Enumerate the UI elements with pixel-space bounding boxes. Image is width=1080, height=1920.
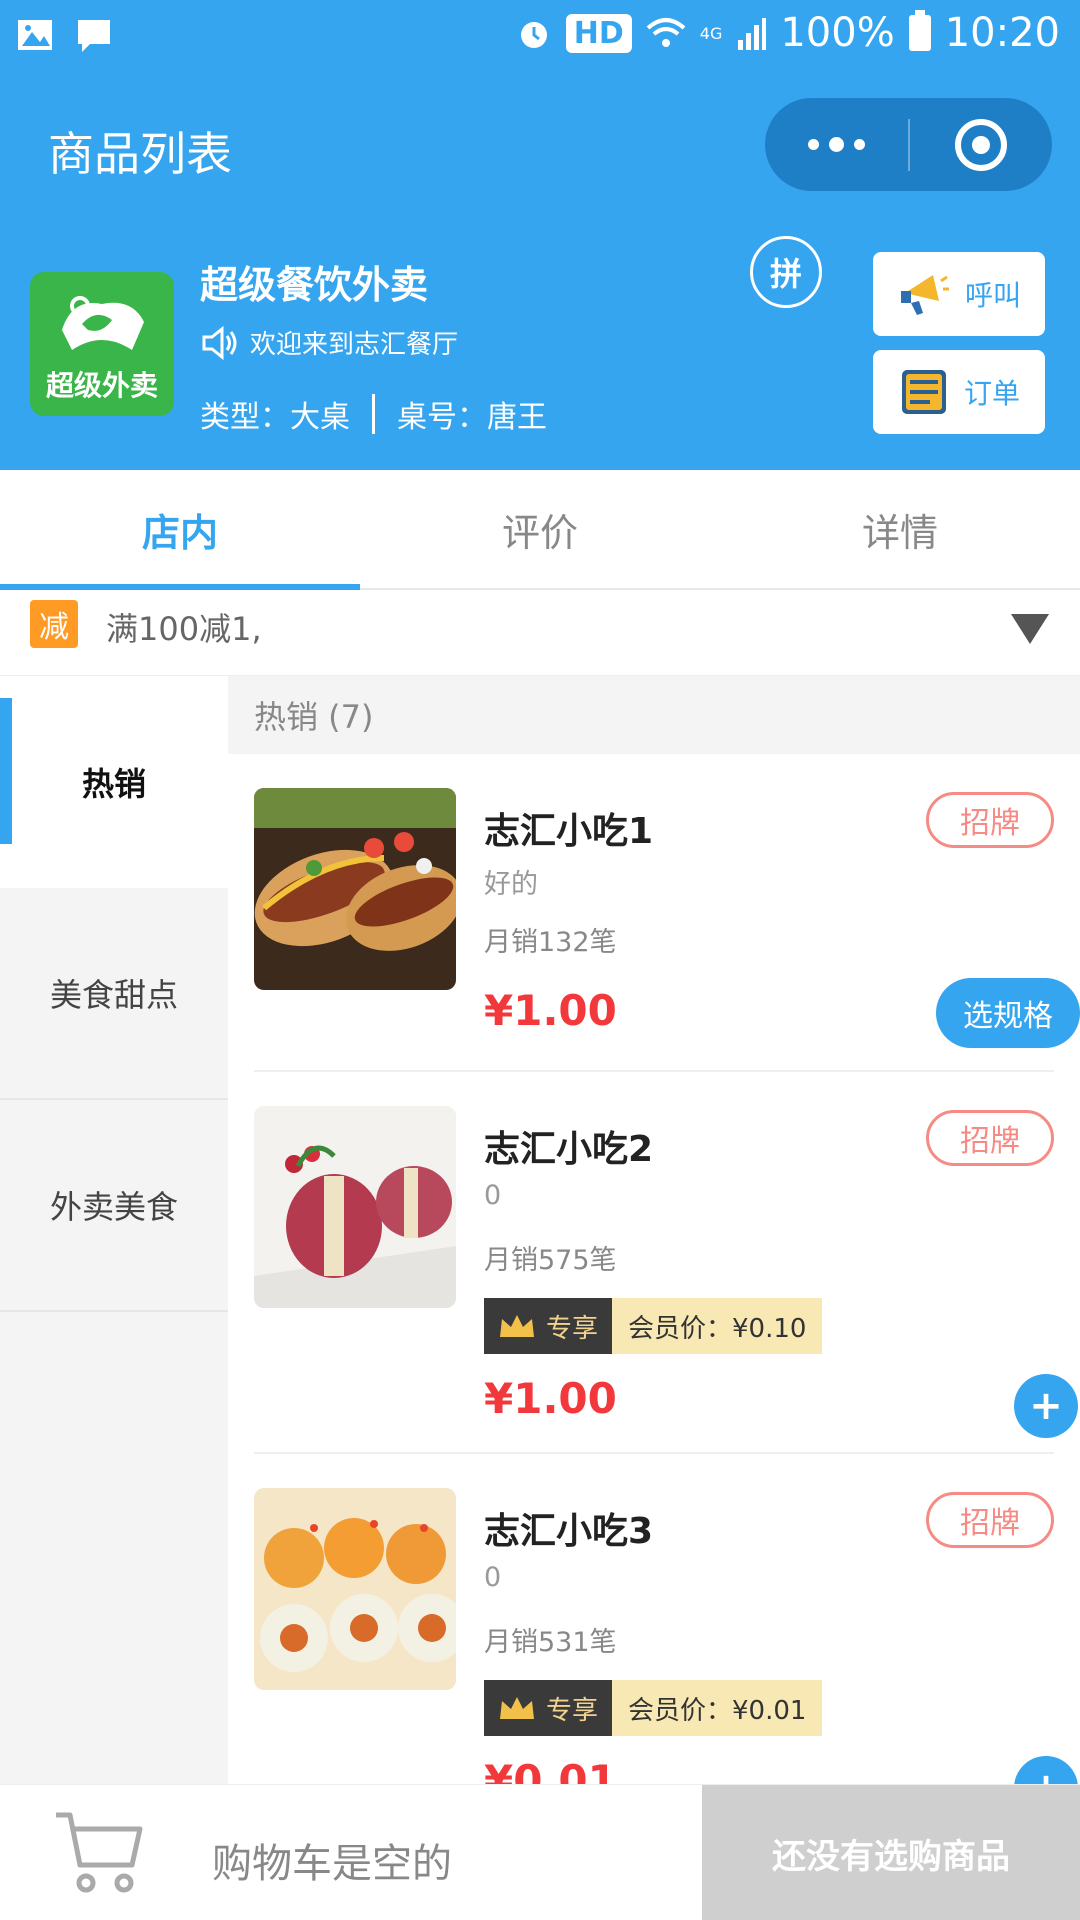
speaker-icon bbox=[202, 325, 237, 360]
vip-exclusive: 专享 bbox=[484, 1680, 612, 1736]
more-button[interactable] bbox=[765, 98, 908, 191]
member-price: 会员价：¥0.01 bbox=[612, 1680, 823, 1736]
vip-label: 专享 bbox=[545, 1313, 598, 1344]
table-type: 类型：大桌 bbox=[200, 400, 350, 435]
product-desc: 0 bbox=[484, 1180, 502, 1211]
signature-badge: 招牌 bbox=[926, 792, 1054, 848]
close-button[interactable] bbox=[910, 98, 1053, 191]
product-image-sushi[interactable] bbox=[254, 1488, 456, 1690]
more-dot-icon bbox=[807, 139, 819, 150]
tab-store[interactable]: 店内 bbox=[0, 470, 360, 590]
more-dot-icon bbox=[853, 139, 865, 150]
call-label: 呼叫 bbox=[964, 279, 1021, 312]
wifi-icon bbox=[646, 18, 686, 47]
page-title: 商品列表 bbox=[48, 127, 232, 181]
tab-details[interactable]: 详情 bbox=[720, 470, 1080, 588]
gallery-icon bbox=[18, 20, 52, 50]
promo-bar[interactable]: 减 满100减1, bbox=[0, 590, 1080, 676]
product-item[interactable]: 志汇小吃3 0 月销531笔 专享 会员价：¥0.01 ¥0.01 招牌 + bbox=[254, 1454, 1078, 1784]
crown-icon bbox=[499, 1697, 534, 1719]
section-header: 热销 (7) bbox=[228, 676, 1080, 754]
info-divider bbox=[372, 394, 375, 434]
product-desc: 0 bbox=[484, 1562, 502, 1593]
logo-emblem-icon bbox=[62, 296, 144, 350]
logo-text: 超级外卖 bbox=[45, 369, 158, 402]
welcome-text: 欢迎来到志汇餐厅 bbox=[250, 330, 459, 360]
member-price-tag: 专享 会员价：¥0.10 bbox=[484, 1298, 823, 1354]
member-price: 会员价：¥0.10 bbox=[612, 1298, 823, 1354]
cart-icon[interactable] bbox=[52, 1807, 146, 1897]
product-sales: 月销132笔 bbox=[484, 927, 617, 958]
product-name: 志汇小吃3 bbox=[484, 1511, 654, 1552]
expand-caret-icon[interactable] bbox=[1011, 614, 1049, 644]
order-button[interactable]: 订单 bbox=[873, 350, 1045, 434]
promo-text: 满100减1, bbox=[106, 610, 262, 648]
discount-tag: 减 bbox=[30, 600, 78, 648]
shop-name: 超级餐饮外卖 bbox=[200, 263, 429, 307]
signature-badge: 招牌 bbox=[926, 1110, 1054, 1166]
miniprogram-capsule bbox=[765, 98, 1052, 191]
more-dot-icon bbox=[828, 137, 844, 152]
product-name: 志汇小吃1 bbox=[484, 811, 654, 852]
target-icon bbox=[954, 118, 1007, 171]
signal-4g-label: 4G bbox=[699, 23, 723, 43]
table-number: 桌号：唐王 bbox=[397, 400, 547, 435]
product-item[interactable]: 志汇小吃1 好的 月销132笔 ¥1.00 招牌 选规格 bbox=[254, 754, 1080, 1072]
product-sales: 月销575笔 bbox=[484, 1245, 617, 1276]
product-image-hotdog[interactable] bbox=[254, 788, 456, 990]
clock: 10:20 bbox=[944, 10, 1060, 56]
product-image-dessert[interactable] bbox=[254, 1106, 456, 1308]
member-price-tag: 专享 会员价：¥0.01 bbox=[484, 1680, 823, 1736]
product-price: ¥0.01 bbox=[484, 1756, 617, 1784]
shop-header: 超级外卖 超级餐饮外卖 欢迎来到志汇餐厅 类型：大桌 桌号：唐王 拼 呼叫 订单 bbox=[0, 224, 1080, 470]
product-list: 热销 (7) 志汇小吃1 好的 月销132笔 ¥1.00 招牌 选规格 志汇小吃… bbox=[228, 676, 1080, 1784]
table-info: 类型：大桌 桌号：唐王 bbox=[200, 392, 547, 436]
category-takeout[interactable]: 外卖美食 bbox=[0, 1100, 228, 1312]
vip-label: 专享 bbox=[545, 1695, 598, 1726]
vip-exclusive: 专享 bbox=[484, 1298, 612, 1354]
product-price: ¥1.00 bbox=[484, 986, 617, 1035]
order-list-icon bbox=[901, 370, 946, 414]
tab-bar: 店内 评价 详情 bbox=[0, 470, 1080, 590]
checkout-button[interactable]: 还没有选购商品 bbox=[702, 1785, 1080, 1920]
nav-bar: 商品列表 bbox=[0, 74, 1080, 224]
status-bar: HD 4G 100% 10:20 bbox=[0, 0, 1080, 74]
hd-badge: HD bbox=[565, 13, 632, 53]
signal-icon bbox=[738, 18, 767, 50]
battery-percent: 100% bbox=[780, 10, 895, 56]
shop-logo: 超级外卖 bbox=[30, 272, 174, 416]
cart-empty-text: 购物车是空的 bbox=[212, 1841, 452, 1887]
order-label: 订单 bbox=[963, 377, 1020, 410]
product-price: ¥1.00 bbox=[484, 1374, 617, 1423]
category-sidebar: 热销 美食甜点 外卖美食 bbox=[0, 676, 228, 1784]
product-name: 志汇小吃2 bbox=[484, 1129, 654, 1170]
signature-badge: 招牌 bbox=[926, 1492, 1054, 1548]
product-desc: 好的 bbox=[484, 869, 538, 900]
crown-icon bbox=[499, 1315, 534, 1337]
select-spec-button[interactable]: 选规格 bbox=[936, 978, 1080, 1048]
category-dessert[interactable]: 美食甜点 bbox=[0, 888, 228, 1100]
message-icon bbox=[78, 20, 110, 52]
cart-bar: 购物车是空的 还没有选购商品 bbox=[0, 1784, 1080, 1920]
call-waiter-button[interactable]: 呼叫 bbox=[873, 252, 1045, 336]
product-item[interactable]: 志汇小吃2 0 月销575笔 专享 会员价：¥0.10 ¥1.00 招牌 + bbox=[254, 1072, 1078, 1454]
add-to-cart-button[interactable]: + bbox=[1014, 1756, 1078, 1784]
product-sales: 月销531笔 bbox=[484, 1627, 617, 1658]
group-order-button[interactable]: 拼 bbox=[750, 236, 822, 308]
category-hot[interactable]: 热销 bbox=[0, 676, 228, 888]
tab-reviews[interactable]: 评价 bbox=[360, 470, 720, 588]
add-to-cart-button[interactable]: + bbox=[1014, 1374, 1078, 1438]
battery-icon bbox=[908, 10, 931, 51]
alarm-icon bbox=[520, 22, 547, 48]
megaphone-icon bbox=[900, 275, 949, 315]
welcome-notice: 欢迎来到志汇餐厅 bbox=[200, 324, 458, 361]
